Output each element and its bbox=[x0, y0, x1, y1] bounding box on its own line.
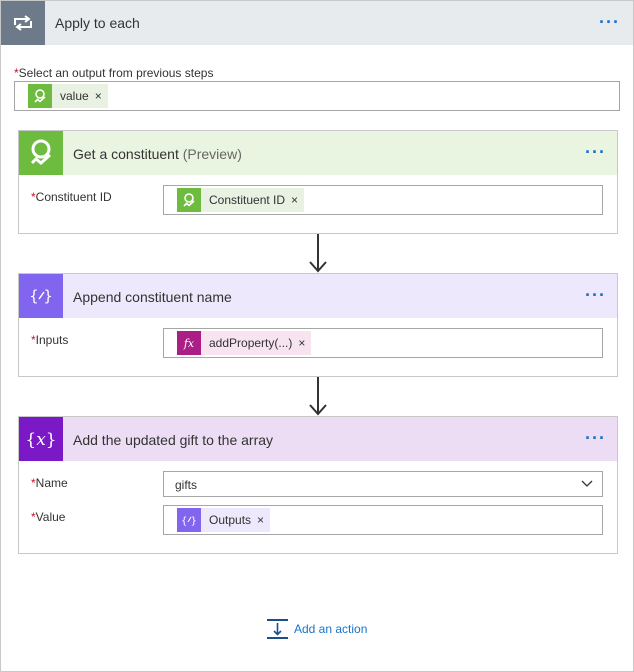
remove-outputs-token-button[interactable]: × bbox=[257, 513, 270, 527]
select-output-label-text: Select an output from previous steps bbox=[18, 66, 214, 80]
outputs-token[interactable]: { } Outputs × bbox=[177, 508, 271, 532]
variable-icon: { } bbox=[177, 508, 201, 532]
get-a-constituent-title: Get a constituent (Preview) bbox=[73, 146, 242, 162]
value-label: *Value bbox=[31, 510, 65, 524]
value-token[interactable]: value × bbox=[28, 84, 108, 108]
remove-constituent-id-token-button[interactable]: × bbox=[291, 193, 304, 207]
constituent-id-token-text: Constituent ID bbox=[209, 193, 286, 207]
constituent-id-token[interactable]: Constituent ID × bbox=[177, 188, 305, 212]
name-dropdown[interactable]: gifts bbox=[163, 471, 603, 497]
name-label: *Name bbox=[31, 476, 68, 490]
card-title-text: Get a constituent bbox=[73, 146, 179, 162]
add-an-action-button[interactable]: Add an action bbox=[267, 619, 367, 639]
variable-icon: { } bbox=[19, 274, 63, 318]
blackbaud-constituent-icon bbox=[177, 188, 201, 212]
apply-to-each-title: Apply to each bbox=[55, 15, 140, 31]
preview-tag: (Preview) bbox=[182, 146, 242, 162]
get-a-constituent-card: Get a constituent (Preview) ··· *Constit… bbox=[18, 130, 618, 234]
add-property-token[interactable]: fx addProperty(...) × bbox=[177, 331, 312, 355]
append-constituent-name-card: { } Append constituent name ··· *Inputs … bbox=[18, 273, 618, 377]
add-updated-gift-card: {x} Add the updated gift to the array ··… bbox=[18, 416, 618, 554]
loop-icon bbox=[1, 1, 45, 45]
inputs-label-text: Inputs bbox=[35, 333, 69, 347]
svg-text:{x}: {x} bbox=[25, 430, 56, 450]
get-a-constituent-header[interactable]: Get a constituent (Preview) ··· bbox=[19, 131, 617, 175]
blackbaud-constituent-icon bbox=[19, 131, 63, 175]
add-an-action-label: Add an action bbox=[294, 622, 368, 636]
value-input[interactable]: { } Outputs × bbox=[163, 505, 603, 535]
more-options-button[interactable]: ··· bbox=[585, 429, 606, 447]
apply-to-each-header[interactable]: Apply to each ··· bbox=[1, 1, 633, 45]
constituent-id-label-text: Constituent ID bbox=[35, 190, 112, 204]
more-options-button[interactable]: ··· bbox=[585, 286, 606, 304]
add-action-icon bbox=[267, 619, 288, 639]
svg-text:{ }: { } bbox=[181, 516, 197, 527]
variable-x-icon: {x} bbox=[19, 417, 63, 461]
append-constituent-name-header[interactable]: { } Append constituent name ··· bbox=[19, 274, 617, 318]
svg-text:fx: fx bbox=[183, 337, 195, 350]
select-output-label: *Select an output from previous steps bbox=[14, 66, 213, 80]
chevron-down-icon bbox=[581, 480, 593, 487]
more-options-button[interactable]: ··· bbox=[599, 13, 620, 31]
name-label-text: Name bbox=[35, 476, 68, 490]
add-updated-gift-title: Add the updated gift to the array bbox=[73, 432, 274, 448]
add-updated-gift-header[interactable]: {x} Add the updated gift to the array ··… bbox=[19, 417, 617, 461]
remove-add-property-token-button[interactable]: × bbox=[298, 336, 311, 350]
append-constituent-name-title: Append constituent name bbox=[73, 289, 232, 305]
value-token-text: value bbox=[60, 89, 89, 103]
blackbaud-constituent-icon bbox=[28, 84, 52, 108]
expression-fx-icon: fx bbox=[177, 331, 201, 355]
value-label-text: Value bbox=[35, 510, 66, 524]
inputs-input[interactable]: fx addProperty(...) × bbox=[163, 328, 603, 358]
inputs-label: *Inputs bbox=[31, 333, 68, 347]
constituent-id-label: *Constituent ID bbox=[31, 190, 112, 204]
down-arrow-icon bbox=[309, 377, 327, 416]
remove-value-token-button[interactable]: × bbox=[95, 89, 108, 103]
outputs-token-text: Outputs bbox=[209, 513, 252, 527]
select-output-input[interactable]: value × bbox=[14, 81, 620, 111]
apply-to-each-frame: Apply to each ··· *Select an output from… bbox=[0, 0, 634, 672]
name-dropdown-value: gifts bbox=[175, 478, 198, 492]
more-options-button[interactable]: ··· bbox=[585, 143, 606, 161]
add-property-token-text: addProperty(...) bbox=[209, 336, 293, 350]
down-arrow-icon bbox=[309, 234, 327, 273]
constituent-id-input[interactable]: Constituent ID × bbox=[163, 185, 603, 215]
